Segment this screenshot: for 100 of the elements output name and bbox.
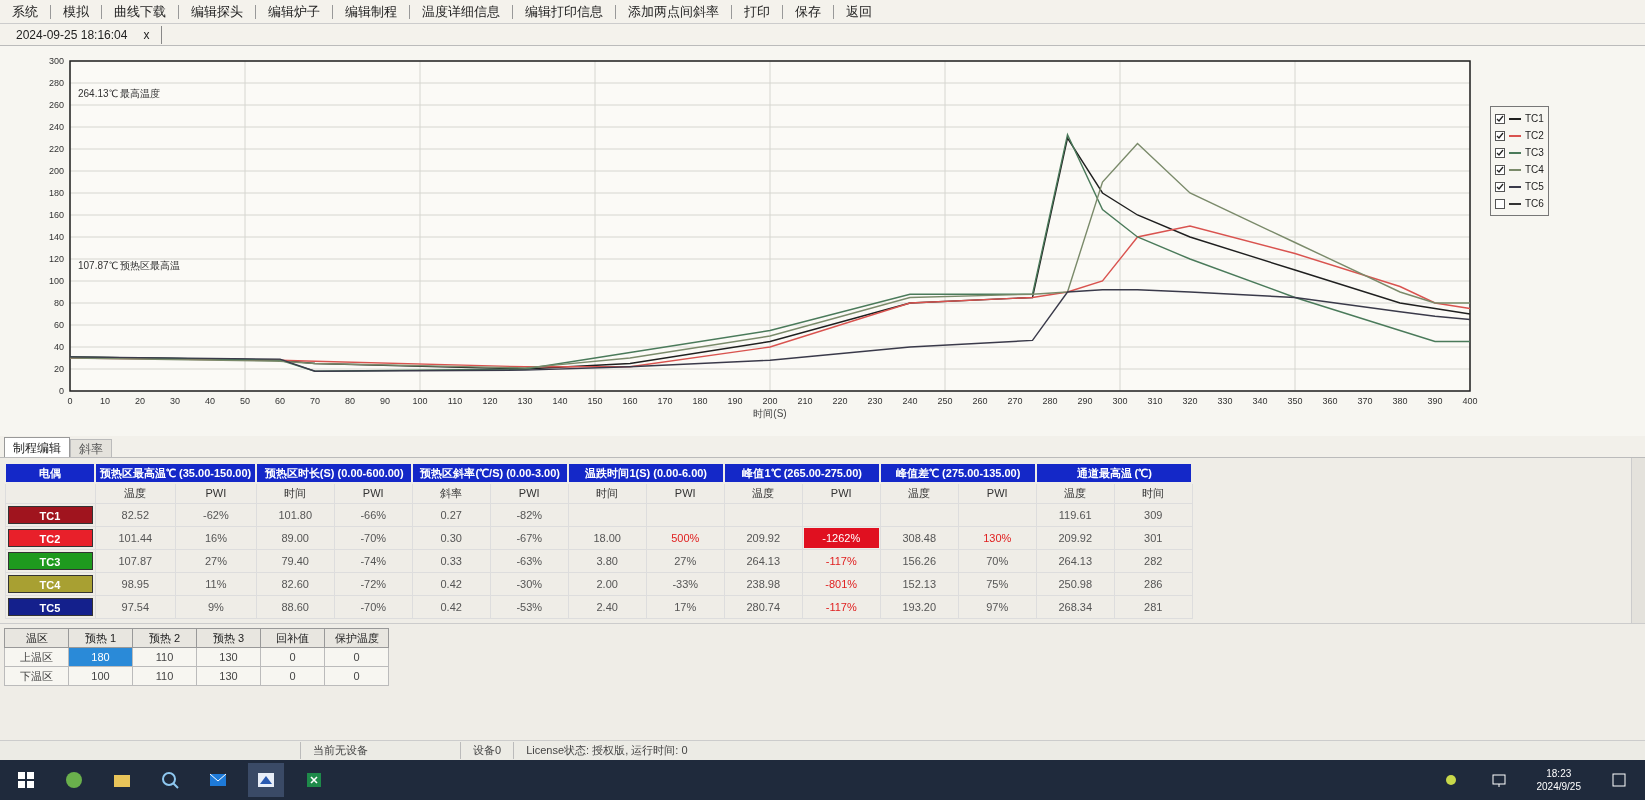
table-cell-text: -70% — [359, 530, 388, 546]
table-cell-text: 308.48 — [901, 530, 938, 546]
menu-item[interactable]: 编辑探头 — [187, 1, 247, 22]
y-tick-label: 60 — [54, 320, 64, 330]
table-cell-text: 119.61 — [1057, 507, 1093, 523]
menu-item[interactable]: 编辑打印信息 — [521, 1, 607, 22]
legend-checkbox[interactable] — [1495, 164, 1505, 175]
x-tick-label: 200 — [762, 396, 778, 406]
x-tick-label: 150 — [587, 396, 603, 406]
column-header: PWI — [175, 483, 257, 503]
x-tick-label: 40 — [205, 396, 215, 406]
scrollbar[interactable] — [1631, 458, 1645, 623]
y-tick-label: 100 — [48, 276, 64, 286]
table-cell-text: 79.40 — [280, 553, 310, 569]
x-tick-label: 300 — [1112, 396, 1128, 406]
table-cell-text: 0.42 — [439, 599, 463, 615]
menu-item[interactable]: 添加两点间斜率 — [624, 1, 723, 22]
table-cell-text: 264.13 — [1057, 553, 1094, 569]
table-cell-text: 17% — [673, 599, 698, 615]
tab[interactable]: 制程编辑 — [4, 437, 70, 457]
tab[interactable]: 斜率 — [70, 439, 112, 457]
table-cell-text: 238.98 — [745, 576, 782, 592]
menu-item[interactable]: 编辑制程 — [341, 1, 401, 22]
table-cell-text: -33% — [671, 576, 700, 592]
table-cell-text: 27% — [673, 553, 698, 569]
table-cell-text: -53% — [515, 599, 544, 615]
menu-item[interactable]: 编辑炉子 — [264, 1, 324, 22]
app-window-icon[interactable] — [248, 763, 284, 797]
status-text: 设备0 — [460, 742, 514, 759]
table-cell-text: 309 — [1143, 507, 1164, 523]
legend-swatch — [1509, 185, 1521, 188]
x-tick-label: 120 — [482, 396, 498, 406]
table-cell-text: 107.87 — [117, 553, 154, 569]
x-tick-label: 30 — [170, 396, 180, 406]
table-cell-text: 101.80 — [277, 507, 314, 523]
table-cell-text: 264.13 — [745, 553, 782, 569]
x-tick-label: 290 — [1077, 396, 1093, 406]
column-header: PWI — [490, 483, 569, 503]
table-cell-text: 18.00 — [592, 530, 622, 546]
x-tick-label: 180 — [692, 396, 708, 406]
x-tick-label: 170 — [657, 396, 673, 406]
close-button[interactable]: x — [139, 25, 154, 44]
table-cell-text: -74% — [359, 553, 388, 569]
legend-checkbox[interactable] — [1495, 113, 1505, 124]
clock-date: 2024/9/25 — [1536, 780, 1581, 793]
table-cell-text: 9% — [206, 599, 225, 615]
x-tick-label: 250 — [937, 396, 953, 406]
x-tick-label: 370 — [1357, 396, 1373, 406]
x-tick-label: 360 — [1322, 396, 1338, 406]
column-header: 时间 — [1114, 483, 1193, 503]
column-header: 温度 — [880, 483, 959, 503]
table-cell-text: -70% — [359, 599, 388, 615]
table-cell-text: -67% — [515, 530, 544, 546]
table-cell-text: -801% — [824, 576, 859, 592]
column-header: 保护温度 — [324, 628, 389, 648]
annotation-label: 264.13℃ 最高温度 — [78, 88, 161, 100]
x-tick-label: 20 — [135, 396, 145, 406]
legend-swatch — [1509, 202, 1521, 205]
menu-item[interactable]: 返回 — [842, 1, 876, 22]
table-cell-text: 281 — [1143, 599, 1164, 615]
y-tick-label: 220 — [48, 144, 64, 154]
table-cell-text: 27% — [203, 553, 228, 569]
legend-checkbox[interactable] — [1495, 147, 1505, 158]
table-cell-text: -62% — [202, 507, 230, 523]
menu-item[interactable]: 保存 — [791, 1, 825, 22]
legend-checkbox[interactable] — [1495, 198, 1505, 209]
table-cell-text: -63% — [515, 553, 544, 569]
column-group-header: 通道最高温 (℃) — [1036, 463, 1193, 483]
table-cell-text: -82% — [515, 507, 544, 523]
menu-item[interactable]: 模拟 — [59, 1, 93, 22]
table-cell-text: 250.98 — [1057, 576, 1094, 592]
table-cell-text: -66% — [359, 507, 388, 523]
legend-label: TC1 — [1525, 112, 1544, 126]
y-tick-label: 300 — [48, 56, 64, 66]
table-cell-text: 156.26 — [901, 553, 938, 569]
probe-label: TC5 — [7, 597, 93, 616]
legend-checkbox[interactable] — [1495, 130, 1505, 141]
legend-swatch — [1509, 134, 1521, 137]
menu-item[interactable]: 温度详细信息 — [418, 1, 504, 22]
menu-item[interactable]: 打印 — [740, 1, 774, 22]
document-tab[interactable]: 2024-09-25 18:16:04 x — [8, 25, 163, 44]
table-cell-text: 0.30 — [439, 530, 463, 546]
table-cell: -1262% — [803, 527, 879, 548]
table-cell-text: 0.42 — [439, 576, 463, 592]
column-header: 预热 3 — [196, 628, 261, 648]
x-tick-label: 340 — [1252, 396, 1268, 406]
menu-item[interactable]: 系统 — [8, 1, 42, 22]
x-tick-label: 330 — [1217, 396, 1233, 406]
x-tick-label: 70 — [310, 396, 320, 406]
table-cell-text: 301 — [1143, 530, 1164, 546]
table-cell-text: -72% — [359, 576, 388, 592]
y-tick-label: 180 — [48, 188, 64, 198]
table-cell-text: 280.74 — [745, 599, 782, 615]
y-tick-label: 80 — [54, 298, 64, 308]
table-cell-text: 209.92 — [1057, 530, 1094, 546]
menu-item[interactable]: 曲线下载 — [110, 1, 170, 22]
table-cell-text: -30% — [515, 576, 544, 592]
column-group-header: 峰值1℃ (265.00-275.00) — [724, 463, 881, 483]
x-tick-label: 230 — [867, 396, 883, 406]
legend-checkbox[interactable] — [1495, 181, 1505, 192]
